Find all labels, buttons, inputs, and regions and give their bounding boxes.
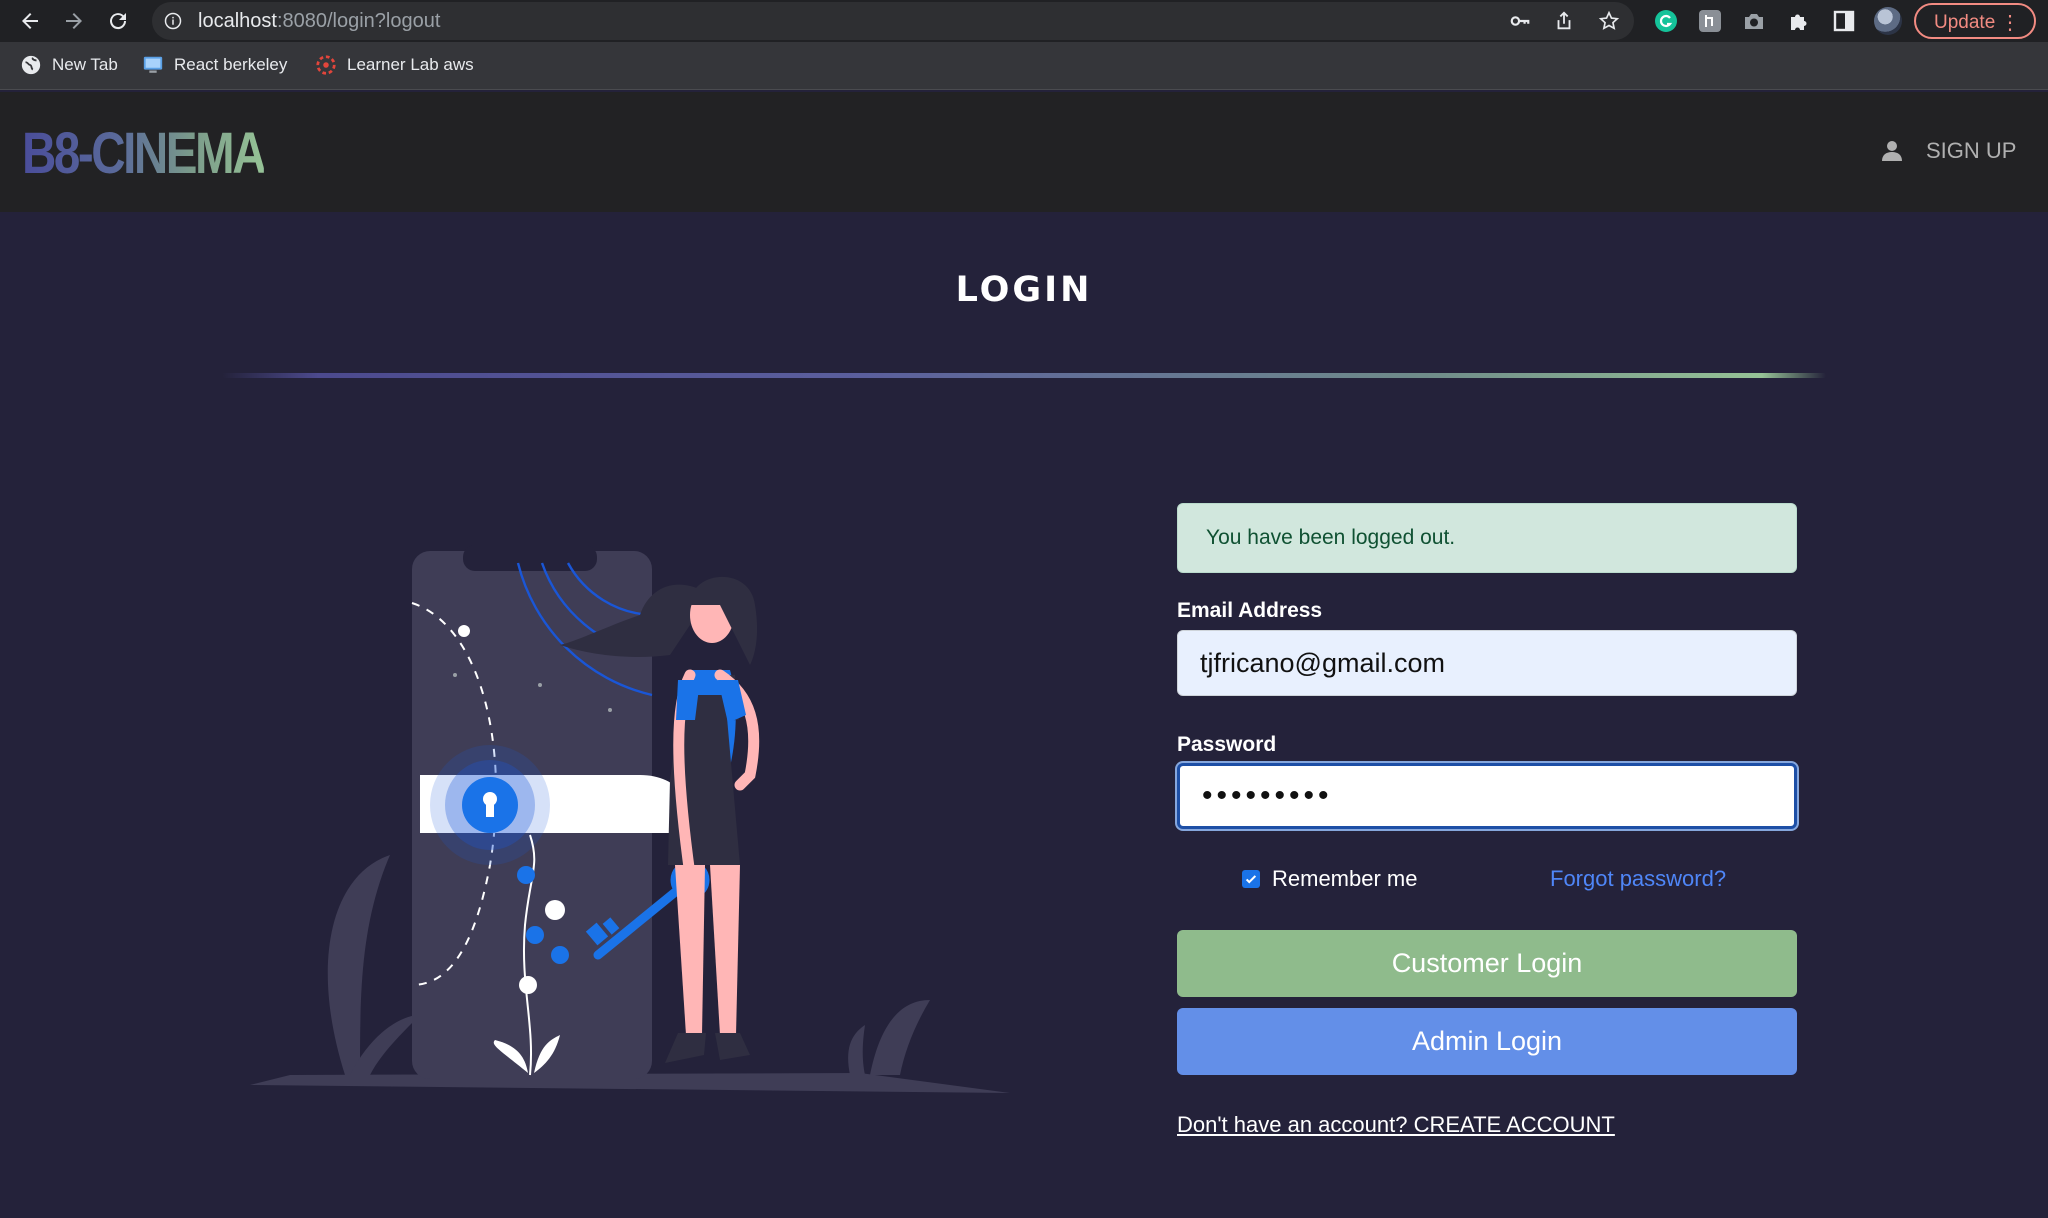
side-panel-icon[interactable] [1832, 9, 1856, 33]
info-icon[interactable] [164, 12, 182, 30]
globe-icon [21, 55, 41, 75]
remember-me[interactable]: Remember me [1242, 866, 1417, 892]
bookmarks-bar: New Tab React berkeley Learner Lab aws [0, 42, 2048, 90]
camera-icon[interactable] [1742, 9, 1766, 33]
gradient-divider [222, 373, 1826, 378]
url-text[interactable]: localhost:8080/login?logout [198, 10, 440, 33]
extension-icon[interactable] [1698, 9, 1722, 33]
site-logo[interactable]: B8-CINEMA [22, 120, 267, 187]
update-button[interactable]: Update ⋮ [1914, 3, 2036, 39]
arrow-right-icon [66, 13, 82, 29]
bookmark-learner-lab-aws[interactable]: Learner Lab aws [315, 54, 474, 76]
create-account-link[interactable]: Don't have an account? CREATE ACCOUNT [1177, 1112, 1615, 1138]
email-field[interactable] [1177, 630, 1797, 696]
menu-dots-icon: ⋮ [2000, 12, 2020, 34]
forward-button[interactable] [58, 6, 90, 36]
grammarly-icon[interactable] [1654, 9, 1678, 33]
logout-alert: You have been logged out. [1177, 503, 1797, 573]
login-illustration [250, 545, 1010, 1093]
aws-icon [316, 55, 336, 75]
check-icon [1245, 875, 1257, 884]
puzzle-icon[interactable] [1787, 9, 1811, 33]
user-icon [1882, 141, 1902, 161]
arrow-left-icon [22, 13, 38, 29]
profile-avatar[interactable] [1874, 7, 1902, 35]
back-button[interactable] [14, 6, 46, 36]
address-bar[interactable]: localhost:8080/login?logout [152, 2, 1634, 40]
password-field[interactable] [1177, 763, 1797, 829]
bookmark-new-tab[interactable]: New Tab [20, 54, 118, 76]
key-icon[interactable] [1509, 10, 1531, 32]
signup-link[interactable]: SIGN UP [1880, 138, 2016, 164]
page-title: LOGIN [955, 270, 1093, 310]
browser-toolbar: localhost:8080/login?logout Update ⋮ [0, 0, 2048, 42]
reload-button[interactable] [102, 6, 134, 36]
star-icon[interactable] [1598, 10, 1620, 32]
site-header [0, 92, 2048, 212]
remember-checkbox[interactable] [1242, 870, 1260, 888]
admin-login-button[interactable]: Admin Login [1177, 1008, 1797, 1075]
forgot-password-link[interactable]: Forgot password? [1550, 866, 1726, 892]
monitor-icon [143, 56, 163, 73]
customer-login-button[interactable]: Customer Login [1177, 930, 1797, 997]
bookmark-react-berkeley[interactable]: React berkeley [142, 54, 287, 76]
share-icon[interactable] [1553, 10, 1575, 32]
email-label: Email Address [1177, 599, 1323, 622]
reload-icon [110, 13, 127, 30]
password-label: Password [1177, 733, 1277, 756]
